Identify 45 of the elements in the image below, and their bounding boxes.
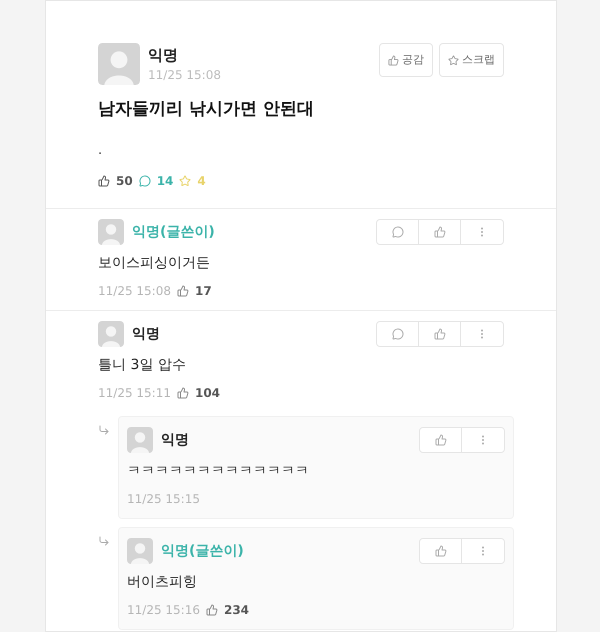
avatar-icon	[98, 219, 124, 245]
like-count: 50	[116, 173, 133, 190]
comment-text: 보이스피싱이거든	[98, 254, 211, 273]
post-body: .	[98, 142, 104, 160]
comment-time: 11/25 15:11	[98, 385, 171, 402]
comment-author: 익명(글쓴이)	[161, 542, 244, 560]
like-count: 234	[224, 602, 250, 619]
thumbs-up-icon	[434, 434, 446, 446]
thumbs-up-icon	[206, 604, 218, 616]
post-time: 11/25 15:08	[148, 67, 221, 84]
like-button[interactable]: 공감	[379, 43, 433, 77]
comment-text: 버이츠피힝	[127, 573, 198, 592]
avatar-icon	[127, 538, 153, 564]
comment-author: 익명	[132, 324, 160, 344]
star-icon	[179, 175, 192, 187]
post-title: 남자들끼리 낚시가면 안된대	[98, 98, 315, 121]
thumbs-up-icon	[176, 285, 189, 297]
speech-bubble-icon	[138, 175, 151, 187]
avatar-icon	[98, 43, 140, 85]
comment-time: 11/25 15:16	[127, 602, 200, 619]
post-author: 익명	[148, 44, 179, 66]
avatar-icon	[127, 427, 153, 453]
speech-bubble-icon	[392, 226, 404, 238]
scrap-button[interactable]: 스크랩	[439, 43, 504, 77]
comment-time: 11/25 15:08	[98, 283, 171, 300]
thumbs-up-icon	[176, 387, 189, 399]
comment-author: 익명	[161, 430, 189, 450]
thumbs-up-icon	[434, 328, 446, 340]
thumbs-up-icon	[388, 54, 399, 66]
like-count: 17	[194, 283, 212, 300]
comment-time: 11/25 15:15	[127, 491, 200, 508]
reply-arrow-icon	[98, 424, 110, 436]
thumbs-up-icon	[434, 226, 446, 238]
avatar-icon	[98, 321, 124, 347]
star-icon	[448, 54, 459, 66]
comment-text: ㅋㅋㅋㅋㅋㅋㅋㅋㅋㅋㅋㅋㅋ	[127, 462, 310, 481]
speech-bubble-icon	[392, 328, 404, 340]
thumbs-up-icon	[434, 545, 446, 557]
thumbs-up-icon	[98, 175, 110, 187]
comment-count: 14	[156, 173, 174, 190]
scrap-count: 4	[197, 173, 206, 190]
comment-author: 익명(글쓴이)	[132, 222, 215, 242]
reply-arrow-icon	[98, 535, 110, 547]
like-count: 104	[194, 385, 220, 402]
comment-text: 틀니 3일 압수	[98, 356, 187, 375]
